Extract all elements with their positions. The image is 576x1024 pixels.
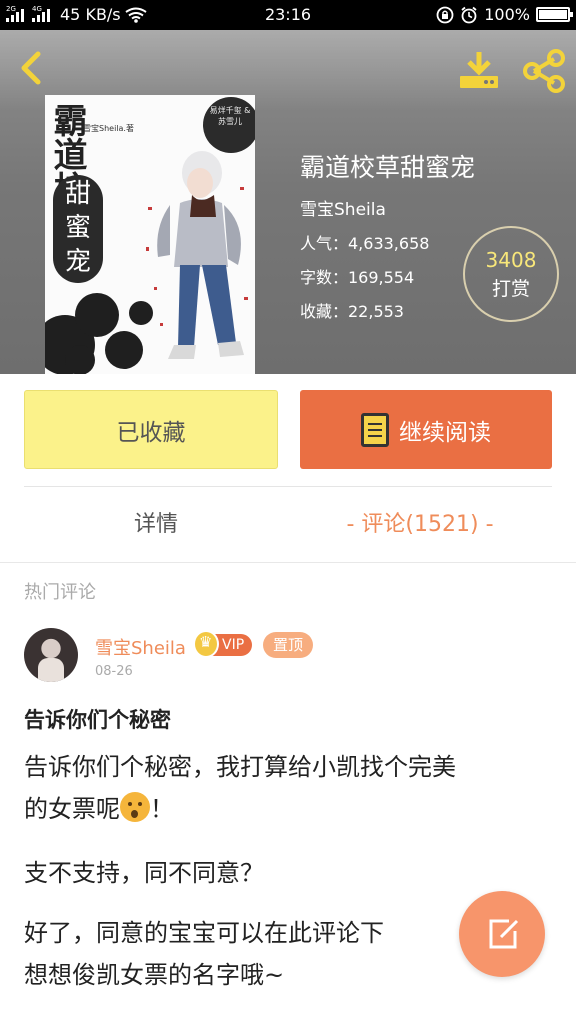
tabs-divider-top	[24, 486, 552, 487]
comment-text-1c: ！	[150, 795, 174, 823]
tip-count: 3408	[485, 248, 537, 272]
book-icon	[361, 412, 389, 447]
tip-label: 打赏	[491, 278, 530, 300]
status-right: 100%	[436, 5, 573, 24]
comment-username[interactable]: 雪宝Sheila	[95, 634, 186, 660]
battery-percent: 100%	[484, 5, 530, 24]
alarm-icon	[461, 6, 477, 23]
battery-icon	[536, 7, 573, 22]
surprised-emoji-icon	[120, 792, 150, 822]
comment-date: 08-26	[95, 664, 133, 679]
stat-favorites: 收藏：22,553	[300, 302, 404, 321]
continue-reading-button[interactable]: 继续阅读	[300, 390, 552, 469]
cover-illustration	[146, 151, 248, 359]
cover-title-bottom: 甜蜜宠	[53, 175, 103, 283]
book-cover[interactable]: 霸道校草 甜蜜宠 雪宝Sheila.著 易烊千玺 & 苏雪儿	[45, 95, 255, 374]
network-generation-2: 4G	[32, 4, 42, 13]
signal-icon: 2G	[6, 4, 24, 22]
write-comment-button[interactable]	[459, 891, 545, 977]
status-left: 2G 4G 45 KB/s	[6, 5, 147, 24]
network-speed: 45 KB/s	[60, 5, 121, 24]
book-header: 霸道校草 甜蜜宠 雪宝Sheila.著 易烊千玺 & 苏雪儿 霸道校草甜蜜宠 雪…	[0, 30, 576, 374]
cover-author: 雪宝Sheila.著	[83, 124, 134, 133]
crown-icon	[193, 630, 219, 658]
wifi-icon	[125, 7, 147, 23]
chevron-left-icon[interactable]	[14, 48, 50, 88]
tab-comments[interactable]: - 评论(1521) -	[320, 506, 520, 538]
hot-comments-heading: 热门评论	[24, 582, 96, 603]
comment-text-3b: 想想俊凯女票的名字哦~	[24, 961, 285, 989]
download-icon[interactable]	[456, 48, 502, 94]
book-title: 霸道校草甜蜜宠	[300, 153, 476, 182]
comment-paragraph-2: 支不支持，同不同意？	[24, 859, 264, 887]
tabs-divider-bottom	[0, 562, 576, 563]
book-author[interactable]: 雪宝Sheila	[300, 195, 386, 220]
status-bar: 2G 4G 45 KB/s 23:16 100%	[0, 0, 576, 30]
collected-button[interactable]: 已收藏	[24, 390, 278, 469]
edit-icon	[489, 919, 519, 949]
continue-reading-label: 继续阅读	[399, 419, 491, 446]
comment-text-3: 好了，同意的宝宝可以在此评论下	[24, 919, 384, 947]
comment-title[interactable]: 告诉你们个秘密	[24, 704, 171, 734]
comment-paragraph-1: 告诉你们个秘密，我打算给小凯找个完美 的女票呢 ！	[24, 746, 554, 830]
tip-button[interactable]: 3408 打赏	[463, 226, 559, 322]
collected-label: 已收藏	[116, 419, 186, 446]
share-icon[interactable]	[520, 48, 568, 94]
stat-popularity: 人气：4,633,658	[300, 234, 430, 253]
comment-text-1b: 的女票呢	[24, 795, 120, 823]
network-generation: 2G	[6, 4, 16, 13]
rotation-lock-icon	[436, 6, 454, 23]
avatar[interactable]	[24, 628, 78, 682]
signal-icon-2: 4G	[32, 4, 50, 22]
stat-word-count: 字数：169,554	[300, 268, 415, 287]
cover-cast: 易烊千玺 & 苏雪儿	[209, 106, 251, 126]
tab-detail[interactable]: 详情	[0, 506, 312, 538]
pinned-badge: 置顶	[263, 632, 314, 658]
comment-text-1: 告诉你们个秘密，我打算给小凯找个完美	[24, 753, 456, 781]
